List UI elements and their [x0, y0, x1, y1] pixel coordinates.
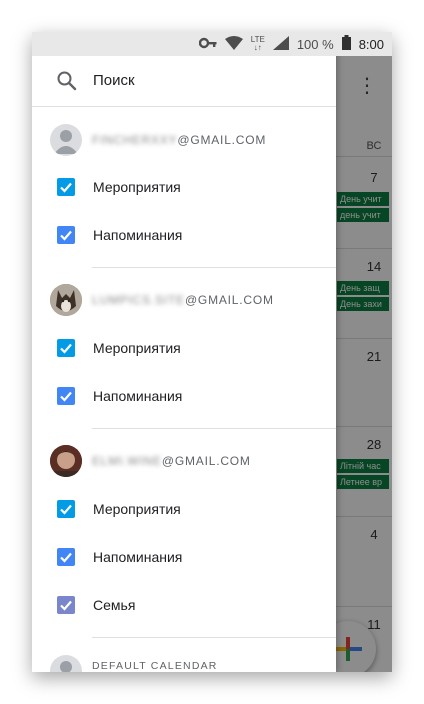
signal-icon: [272, 35, 289, 53]
checkbox-checked-icon[interactable]: [57, 339, 75, 357]
account-email: ELMI.WINE@GMAIL.COM: [92, 454, 251, 468]
calendar-item-reminders[interactable]: Напоминания: [32, 533, 336, 581]
lte-indicator: LTE ↓↑: [251, 36, 265, 52]
search-row[interactable]: Поиск: [32, 56, 336, 108]
status-bar: LTE ↓↑ 100 % 8:00: [32, 32, 392, 56]
divider: [92, 267, 336, 268]
account-email-hidden: LUMPICS.SITE: [92, 293, 185, 307]
checkbox-checked-icon[interactable]: [57, 387, 75, 405]
divider: [92, 637, 336, 638]
divider: [32, 106, 336, 107]
divider: [92, 428, 336, 429]
checkbox-checked-icon[interactable]: [57, 178, 75, 196]
avatar: [50, 284, 82, 316]
account-email-hidden: FINCHERXXY: [92, 133, 178, 147]
account-email-domain: @GMAIL.COM: [177, 133, 267, 147]
vpn-key-icon: [198, 37, 217, 52]
calendar-item-label: Напоминания: [93, 388, 183, 404]
checkbox-checked-icon[interactable]: [57, 226, 75, 244]
account-header-default: DEFAULT CALENDAR: [32, 647, 336, 672]
calendar-item-label: Напоминания: [93, 227, 183, 243]
clock: 8:00: [358, 36, 384, 52]
default-calendar-label: DEFAULT CALENDAR: [92, 660, 218, 672]
account-header: FINCHERXXY@GMAIL.COM: [32, 116, 336, 164]
account-header: LUMPICS.SITE@GMAIL.COM: [32, 276, 336, 324]
avatar: [50, 124, 82, 156]
calendar-item-events[interactable]: Мероприятия: [32, 324, 336, 372]
account-email: FINCHERXXY@GMAIL.COM: [92, 133, 266, 147]
account-email: LUMPICS.SITE@GMAIL.COM: [92, 293, 274, 307]
calendar-item-label: Мероприятия: [93, 340, 181, 356]
calendar-item-label: Мероприятия: [93, 501, 181, 517]
calendar-item-events[interactable]: Мероприятия: [32, 485, 336, 533]
calendar-item-reminders[interactable]: Напоминания: [32, 211, 336, 259]
calendar-item-family[interactable]: Семья: [32, 581, 336, 629]
avatar: [50, 655, 82, 672]
avatar: [50, 445, 82, 477]
checkbox-checked-icon[interactable]: [57, 596, 75, 614]
calendar-item-label: Мероприятия: [93, 179, 181, 195]
calendar-item-label: Семья: [93, 597, 136, 613]
battery-icon: [341, 35, 351, 53]
battery-percent: 100 %: [296, 36, 334, 52]
checkbox-checked-icon[interactable]: [57, 548, 75, 566]
phone-screen: LTE ↓↑ 100 % 8:00 ⋮ ВС 7 День учит день …: [32, 32, 392, 672]
search-icon: [56, 70, 78, 92]
account-header: ELMI.WINE@GMAIL.COM: [32, 437, 336, 485]
navigation-drawer: Поиск FINCHERXXY@GMAIL.COM Мероприятия Н…: [32, 32, 336, 672]
account-email-hidden: ELMI.WINE: [92, 454, 162, 468]
data-arrows-icon: ↓↑: [253, 43, 262, 52]
checkbox-checked-icon[interactable]: [57, 500, 75, 518]
wifi-icon: [224, 35, 243, 53]
account-email-domain: @GMAIL.COM: [161, 454, 251, 468]
search-label: Поиск: [93, 72, 135, 89]
calendar-item-events[interactable]: Мероприятия: [32, 163, 336, 211]
calendar-item-reminders[interactable]: Напоминания: [32, 372, 336, 420]
account-email-domain: @GMAIL.COM: [184, 293, 274, 307]
calendar-item-label: Напоминания: [93, 549, 183, 565]
